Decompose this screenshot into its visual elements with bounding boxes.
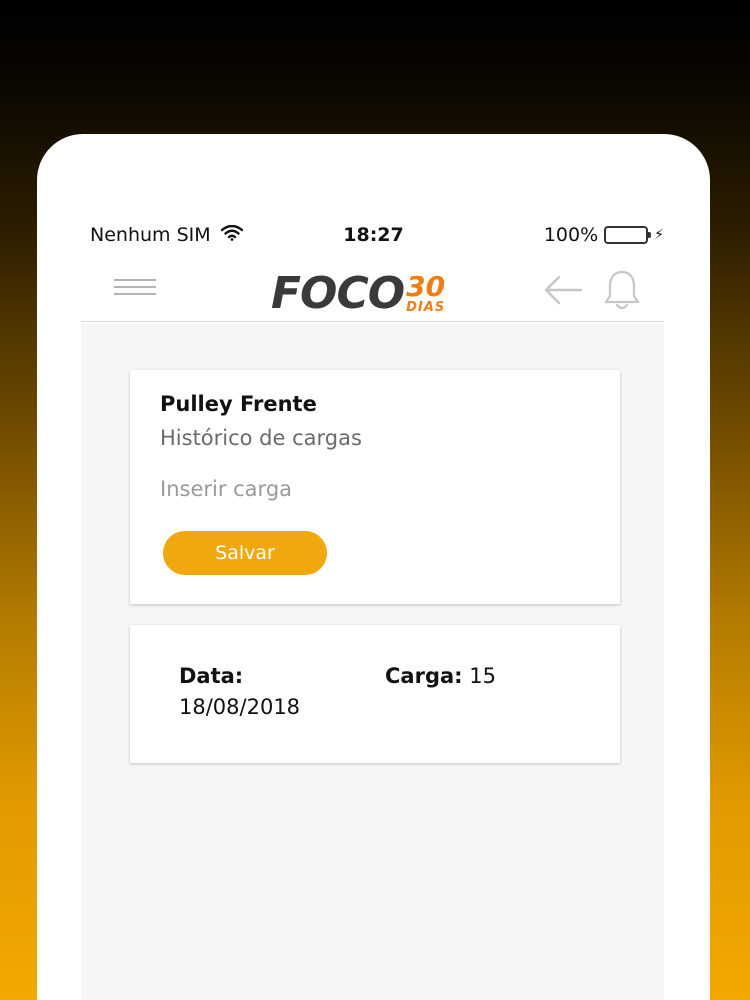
status-bar: Nenhum SIM 18:27 100% ⚡ <box>37 220 710 250</box>
history-load: Carga: 15 <box>385 661 496 692</box>
date-value: 18/08/2018 <box>179 695 301 719</box>
back-arrow-icon[interactable] <box>543 274 583 310</box>
app-logo: FOCO 30 DIAS <box>271 267 481 319</box>
status-battery-group: 100% ⚡ <box>544 224 664 246</box>
save-button[interactable]: Salvar <box>163 531 327 575</box>
logo-sub-text: DIAS <box>406 299 446 315</box>
exercise-title: Pulley Frente <box>160 392 317 416</box>
history-card: Data: 18/08/2018 Carga: 15 <box>130 625 620 763</box>
date-label: Data: <box>179 664 244 688</box>
menu-icon[interactable] <box>114 274 156 304</box>
load-input[interactable] <box>160 472 580 506</box>
history-date: Data: 18/08/2018 <box>179 661 300 723</box>
nav-bar: FOCO 30 DIAS <box>81 262 664 322</box>
content-area: Pulley Frente Histórico de cargas Salvar… <box>81 323 664 1000</box>
battery-percent: 100% <box>543 224 599 246</box>
battery-icon <box>604 226 652 244</box>
logo-main-text: FOCO <box>271 267 405 319</box>
load-value: 15 <box>469 664 496 688</box>
load-form-card: Pulley Frente Histórico de cargas Salvar <box>130 370 620 604</box>
load-label: Carga: <box>385 664 463 688</box>
logo-number: 30 <box>406 269 446 303</box>
bell-icon[interactable] <box>603 268 641 316</box>
phone-frame: Nenhum SIM 18:27 100% ⚡ FOCO 30 DIAS Pul… <box>37 134 710 1000</box>
charging-bolt-icon: ⚡ <box>654 227 664 243</box>
history-subtitle: Histórico de cargas <box>160 426 362 450</box>
